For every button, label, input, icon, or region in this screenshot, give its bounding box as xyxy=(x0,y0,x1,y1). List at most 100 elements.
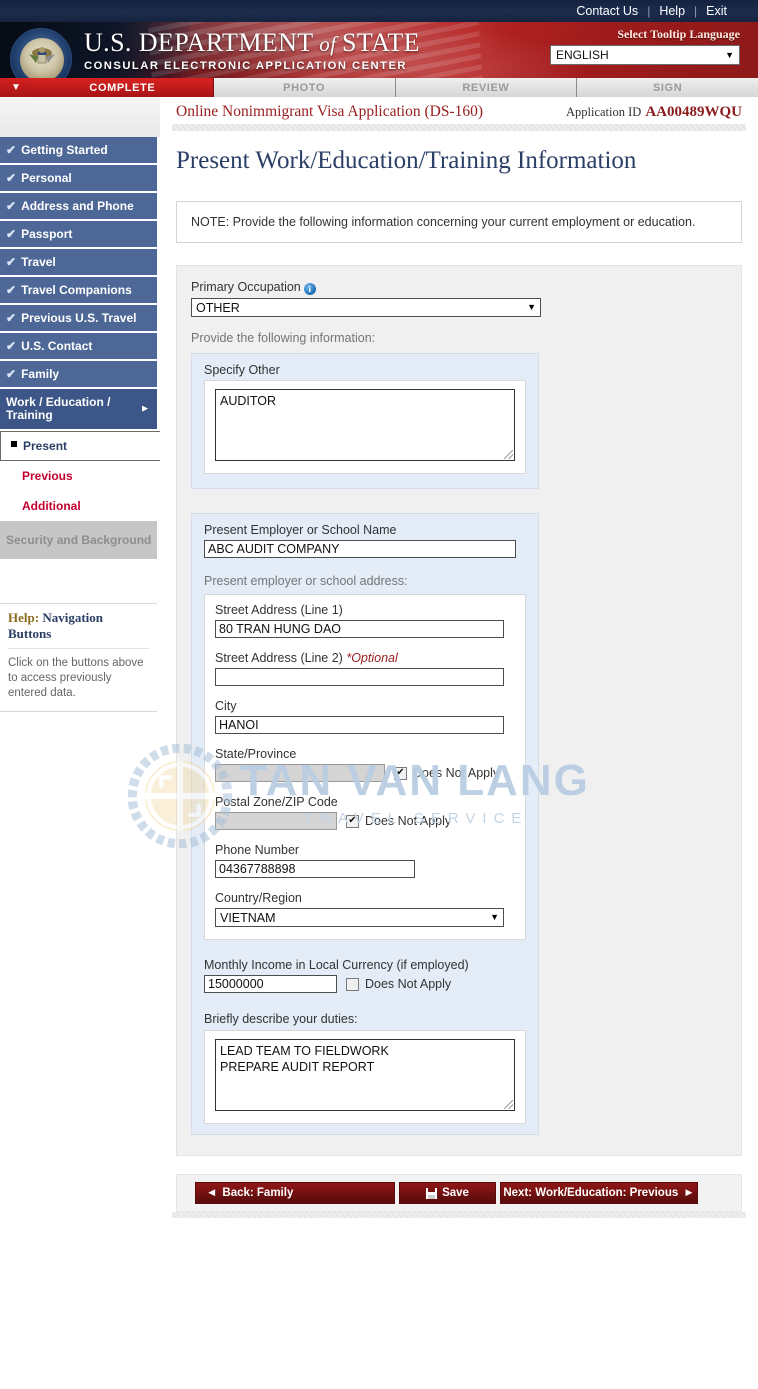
sidebar-item-security-and-background: Security and Background xyxy=(0,521,157,561)
sidebar-item-travel-companions[interactable]: ✔ Travel Companions xyxy=(0,277,157,305)
city-group: City HANOI xyxy=(215,699,515,734)
sidebar-item-label: Address and Phone xyxy=(21,199,134,213)
sidebar-item-personal[interactable]: ✔ Personal xyxy=(0,165,157,193)
sidebar-item-us-contact[interactable]: ✔ U.S. Contact xyxy=(0,333,157,361)
sidebar-item-family[interactable]: ✔ Family xyxy=(0,361,157,389)
back-button[interactable]: ◄ Back: Family xyxy=(195,1182,395,1204)
tooltip-language-select[interactable]: ENGLISH ▼ xyxy=(550,45,740,65)
step-review[interactable]: REVIEW xyxy=(395,78,578,97)
sidebar-item-label: Getting Started xyxy=(21,143,108,157)
sidebar-subitem-label: Present xyxy=(23,439,68,453)
primary-occupation-group: Primary Occupation i OTHER ▼ xyxy=(191,280,727,317)
floppy-disk-icon xyxy=(426,1187,438,1199)
postal-group: Postal Zone/ZIP Code ✔ Does Not Apply xyxy=(215,795,515,830)
postal-input xyxy=(215,812,337,830)
duties-box: LEAD TEAM TO FIELDWORK PREPARE AUDIT REP… xyxy=(204,1030,526,1124)
tooltip-language-label: Select Tooltip Language xyxy=(617,27,740,41)
street2-input[interactable] xyxy=(215,668,504,686)
postal-does-not-apply-label: Does Not Apply xyxy=(365,814,452,828)
check-icon: ✔ xyxy=(6,199,17,213)
footer-divider xyxy=(172,1212,746,1218)
country-group: Country/Region VIETNAM ▼ xyxy=(215,891,515,927)
help-word: Help: xyxy=(8,610,40,625)
step-sign[interactable]: SIGN xyxy=(577,78,758,97)
help-link[interactable]: Help xyxy=(650,4,694,18)
check-icon: ✔ xyxy=(6,255,17,269)
next-button-label: Next: Work/Education: Previous xyxy=(503,1187,679,1199)
postal-does-not-apply-checkbox[interactable]: ✔ xyxy=(346,814,359,828)
application-header-row: Online Nonimmigrant Visa Application (DS… xyxy=(160,97,758,124)
address-box: Street Address (Line 1) 80 TRAN HUNG DAO… xyxy=(204,594,526,940)
duties-textarea[interactable]: LEAD TEAM TO FIELDWORK PREPARE AUDIT REP… xyxy=(215,1039,515,1111)
specify-other-group: Specify Other AUDITOR xyxy=(191,353,539,489)
state-does-not-apply-checkbox[interactable]: ✔ xyxy=(394,766,407,780)
resize-grip-icon[interactable] xyxy=(504,1100,513,1109)
sidebar-item-travel[interactable]: ✔ Travel xyxy=(0,249,157,277)
city-label: City xyxy=(215,699,237,713)
street1-group: Street Address (Line 1) 80 TRAN HUNG DAO xyxy=(215,603,515,638)
application-id-label: Application ID xyxy=(565,105,642,119)
chevron-down-icon: ▼ xyxy=(490,912,499,922)
country-value: VIETNAM xyxy=(220,910,276,925)
site-banner: U.S. DEPARTMENT of STATE CONSULAR ELECTR… xyxy=(0,22,758,78)
provide-info-label: Provide the following information: xyxy=(191,331,376,345)
application-id-group: Application ID AA00489WQU xyxy=(566,104,742,121)
sidebar-item-getting-started[interactable]: ✔ Getting Started xyxy=(0,137,157,165)
sidebar-subitem-previous[interactable]: Previous xyxy=(0,461,157,491)
sidebar-item-label: Previous U.S. Travel xyxy=(21,311,137,325)
sidebar-item-passport[interactable]: ✔ Passport xyxy=(0,221,157,249)
employer-group: Present Employer or School Name ABC AUDI… xyxy=(191,513,539,1135)
back-button-label: Back: Family xyxy=(222,1187,294,1199)
sidebar-item-label: Passport xyxy=(21,227,73,241)
agency-subtitle: CONSULAR ELECTRONIC APPLICATION CENTER xyxy=(84,60,408,72)
department-of-state-seal-icon xyxy=(10,28,72,78)
eagle-glyph-icon xyxy=(29,47,55,64)
phone-input[interactable]: 04367788898 xyxy=(215,860,415,878)
income-does-not-apply-label: Does Not Apply xyxy=(365,977,452,991)
street1-input[interactable]: 80 TRAN HUNG DAO xyxy=(215,620,504,638)
main-content: Online Nonimmigrant Visa Application (DS… xyxy=(160,97,758,1218)
utility-topbar: Contact Us | Help | Exit xyxy=(0,0,758,22)
check-icon: ✔ xyxy=(6,339,17,353)
next-button[interactable]: Next: Work/Education: Previous ► xyxy=(500,1182,698,1204)
agency-name-of: of xyxy=(319,32,337,56)
sidebar-item-previous-us-travel[interactable]: ✔ Previous U.S. Travel xyxy=(0,305,157,333)
page-layout: ✔ Getting Started ✔ Personal ✔ Address a… xyxy=(0,97,758,1218)
income-does-not-apply-checkbox[interactable] xyxy=(346,977,359,991)
agency-name-state: STATE xyxy=(342,28,420,57)
sidebar-item-label: Personal xyxy=(21,171,72,185)
save-button[interactable]: Save xyxy=(399,1182,496,1204)
street2-label-text: Street Address (Line 2) xyxy=(215,651,343,665)
sidebar-item-address-and-phone[interactable]: ✔ Address and Phone xyxy=(0,193,157,221)
country-select[interactable]: VIETNAM ▼ xyxy=(215,908,504,927)
progress-steps: ▼ COMPLETE PHOTO REVIEW SIGN xyxy=(0,78,758,97)
application-id-value: AA00489WQU xyxy=(645,104,742,120)
step-complete[interactable]: COMPLETE xyxy=(32,78,214,97)
phone-label: Phone Number xyxy=(215,843,300,857)
form-action-bar: ◄ Back: Family Save Next: Work/Education… xyxy=(176,1174,742,1212)
income-input[interactable]: 15000000 xyxy=(204,975,337,993)
sidebar-item-work-education-training[interactable]: Work / Education / Training ► xyxy=(0,389,157,431)
primary-occupation-value: OTHER xyxy=(196,300,240,315)
info-icon[interactable]: i xyxy=(303,283,316,295)
contact-us-link[interactable]: Contact Us xyxy=(567,4,647,18)
primary-occupation-select[interactable]: OTHER ▼ xyxy=(191,298,541,317)
step-photo[interactable]: PHOTO xyxy=(213,78,396,97)
agency-brand: U.S. DEPARTMENT of STATE CONSULAR ELECTR… xyxy=(84,28,420,73)
income-label: Monthly Income in Local Currency (if emp… xyxy=(204,958,469,972)
city-input[interactable]: HANOI xyxy=(215,716,504,734)
state-label: State/Province xyxy=(215,747,297,761)
resize-grip-icon[interactable] xyxy=(504,450,513,459)
page-title: Present Work/Education/Training Informat… xyxy=(176,147,637,174)
check-icon: ✔ xyxy=(6,227,17,241)
phone-group: Phone Number 04367788898 xyxy=(215,843,515,878)
save-button-label: Save xyxy=(442,1187,469,1199)
street2-group: Street Address (Line 2) *Optional xyxy=(215,651,515,686)
specify-other-textarea[interactable]: AUDITOR xyxy=(215,389,515,461)
sidebar-subitem-additional[interactable]: Additional xyxy=(0,491,157,521)
primary-occupation-label: Primary Occupation i xyxy=(191,280,727,295)
employer-name-input[interactable]: ABC AUDIT COMPANY xyxy=(204,540,516,558)
exit-link[interactable]: Exit xyxy=(697,4,736,18)
address-group-label: Present employer or school address: xyxy=(204,574,408,588)
check-icon: ✔ xyxy=(6,283,17,297)
